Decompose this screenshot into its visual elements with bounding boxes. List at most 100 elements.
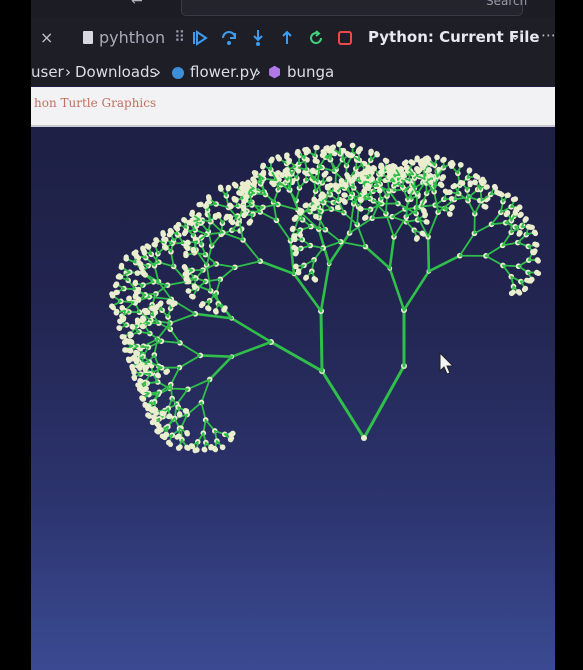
search-box[interactable] [181, 0, 523, 16]
blossom [334, 183, 341, 189]
blossom [516, 231, 522, 237]
blossom [127, 333, 133, 339]
branch [169, 312, 197, 324]
blossom [290, 225, 296, 231]
blossom [215, 211, 222, 218]
blossom [532, 230, 539, 237]
blossom [336, 141, 342, 148]
branch [230, 316, 273, 344]
step-into-icon[interactable] [247, 27, 269, 49]
blossom [135, 296, 141, 302]
blossom [155, 373, 162, 379]
branch [233, 260, 262, 269]
back-arrow-icon[interactable]: ← [131, 0, 143, 9]
blossom [196, 202, 202, 208]
blossom [161, 236, 167, 242]
blossom [530, 250, 536, 256]
blossom [154, 238, 160, 244]
blossom [242, 211, 249, 217]
blossom [241, 206, 247, 212]
restart-icon[interactable] [305, 27, 327, 49]
blossom [320, 148, 326, 155]
blossom [368, 177, 374, 183]
blossom [521, 286, 528, 293]
chevron-down-icon[interactable]: ⌄ [509, 26, 522, 44]
continue-icon[interactable] [189, 27, 211, 49]
stop-icon[interactable] [334, 27, 356, 49]
blossom [191, 248, 197, 254]
grip-icon[interactable]: ⠿ [174, 28, 185, 46]
breadcrumb-sep-icon: › [65, 63, 71, 81]
blossom [357, 205, 363, 212]
blossom [302, 203, 308, 209]
branch [277, 203, 299, 211]
blossom [167, 441, 174, 448]
blossom [177, 411, 183, 417]
blossom [183, 408, 190, 414]
step-over-icon[interactable] [218, 27, 240, 49]
blossom [242, 184, 249, 190]
blossom [293, 246, 299, 252]
blossom [185, 288, 191, 294]
blossom [293, 214, 299, 220]
branch [160, 340, 181, 344]
blossom [162, 244, 169, 250]
turtle-window-title: hon Turtle Graphics [34, 96, 157, 110]
blossom [535, 270, 542, 277]
blossom [361, 176, 367, 182]
title-bar: ← Search [31, 0, 555, 18]
blossom [132, 279, 139, 285]
blossom [357, 197, 363, 203]
blossom [231, 181, 237, 187]
blossom [184, 277, 190, 283]
step-out-icon[interactable] [276, 27, 298, 49]
branch [320, 369, 366, 440]
overflow-icon[interactable]: ⋯ [541, 26, 555, 44]
turtle-window-titlebar: hon Turtle Graphics [31, 87, 555, 127]
blossom [227, 202, 233, 208]
blossom [386, 174, 392, 180]
blossom [503, 211, 509, 218]
blossom [458, 179, 464, 186]
branch [473, 223, 493, 235]
blossom [324, 183, 330, 189]
blossom [144, 243, 150, 249]
breadcrumb-user[interactable]: user [31, 63, 64, 81]
breadcrumb-symbol[interactable]: bunga [287, 63, 334, 81]
blossom [190, 444, 196, 450]
blossom [344, 172, 350, 178]
blossom [448, 205, 454, 212]
blossom [244, 194, 250, 200]
branch [433, 190, 440, 214]
blossom [166, 413, 172, 420]
blossom [450, 184, 456, 190]
branch [426, 235, 431, 273]
symbol-cube-icon: ⬢ [268, 63, 282, 81]
branch [362, 364, 406, 440]
blossom [145, 309, 151, 315]
tab-label[interactable]: pyhthon [99, 28, 165, 47]
blossom [141, 250, 148, 256]
blossom [348, 178, 354, 184]
blossom [110, 305, 117, 311]
screen: ← Search × pyhthon ⠿ Python: Current Fil… [31, 0, 555, 670]
blossom [314, 144, 320, 151]
breadcrumb-file[interactable]: flower.py [190, 63, 258, 81]
blossom [364, 182, 371, 189]
blossom [174, 434, 180, 440]
tab-bar: × pyhthon ⠿ Python: Current File ⌄ ⋯ [31, 18, 555, 58]
blossom [368, 150, 374, 156]
blossom [408, 159, 414, 165]
blossom [414, 166, 420, 172]
close-icon[interactable]: × [40, 28, 53, 47]
blossom [510, 289, 516, 295]
blossom [535, 258, 541, 264]
breadcrumb-downloads[interactable]: Downloads [75, 63, 157, 81]
branch [219, 266, 236, 281]
blossom [313, 214, 319, 220]
blossom [439, 182, 445, 189]
blossom [164, 368, 171, 374]
blossom [225, 186, 231, 192]
blossom [512, 209, 519, 215]
branch [371, 215, 394, 220]
